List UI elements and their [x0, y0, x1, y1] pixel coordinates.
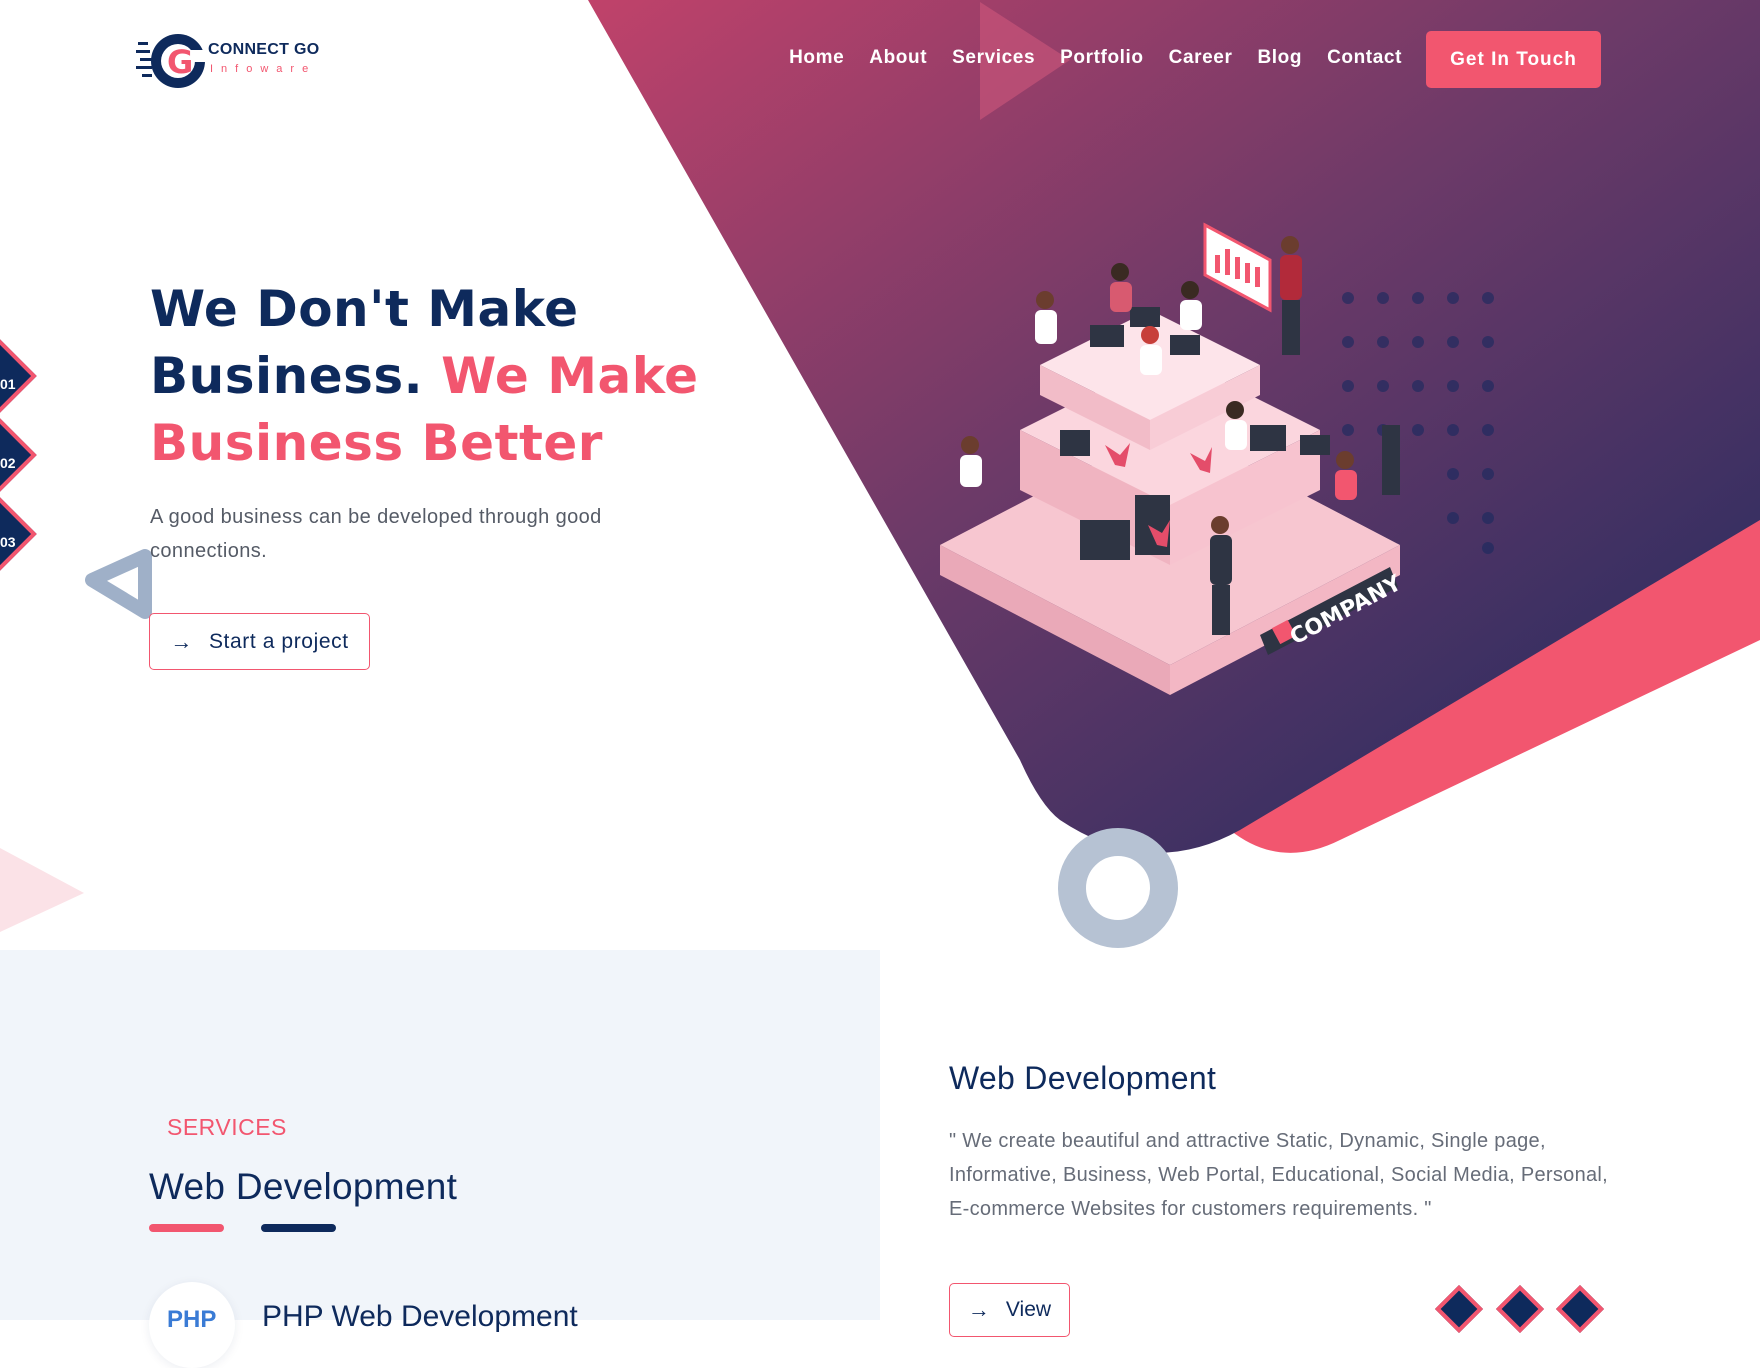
connect-go-logo-icon: G	[136, 34, 208, 88]
hero-title-line2b: We Make	[441, 347, 699, 405]
nav-career[interactable]: Career	[1169, 47, 1233, 69]
nav-home[interactable]: Home	[789, 47, 844, 69]
accent-bar-navy	[261, 1224, 336, 1232]
services-panel	[0, 950, 880, 1320]
brand-tagline: Infoware	[210, 63, 317, 75]
nav-portfolio[interactable]: Portfolio	[1060, 47, 1144, 69]
hero-title-line1: We Don't Make	[150, 280, 579, 338]
nav-services[interactable]: Services	[952, 47, 1035, 69]
brand-name: CONNECT GO	[208, 41, 320, 58]
svg-text:G: G	[167, 43, 193, 81]
service-item-title[interactable]: PHP Web Development	[262, 1300, 578, 1334]
accent-bar-pink	[149, 1224, 224, 1232]
outline-triangle-shape	[85, 549, 152, 619]
office-illustration: COMPANY	[940, 222, 1407, 695]
arrow-right-icon: →	[170, 628, 193, 654]
slide-indicator-1-label: 01	[0, 376, 16, 392]
brand-logo[interactable]: G CONNECT GO Infoware	[136, 28, 336, 92]
hero-description: A good business can be developed through…	[150, 506, 602, 562]
start-project-label: Start a project	[208, 629, 349, 653]
get-in-touch-button[interactable]: Get In Touch	[1426, 31, 1601, 88]
detail-title: Web Development	[949, 1060, 1217, 1096]
pale-triangle-shape	[0, 848, 84, 932]
nav-about[interactable]: About	[869, 47, 927, 69]
view-button[interactable]: → View	[949, 1283, 1070, 1337]
services-label: SERVICES	[167, 1114, 287, 1140]
start-project-button[interactable]: → Start a project	[149, 613, 370, 670]
arrow-right-icon: →	[967, 1297, 990, 1322]
slide-indicator-2-label: 02	[0, 455, 16, 471]
grey-ring-shape	[1058, 828, 1178, 948]
php-service-icon: PHP	[149, 1282, 235, 1368]
nav-blog[interactable]: Blog	[1257, 47, 1302, 69]
detail-text: " We create beautiful and attractive Sta…	[949, 1130, 1609, 1220]
view-label: View	[1005, 1298, 1052, 1321]
hero-title-line2a: Business.	[150, 347, 424, 405]
hero-title-line3: Business Better	[150, 414, 603, 472]
slide-indicator-3-label: 03	[0, 534, 16, 550]
main-nav: Home About Services Portfolio Career Blo…	[789, 47, 1402, 69]
nav-contact[interactable]: Contact	[1327, 47, 1402, 69]
services-heading: Web Development	[149, 1166, 458, 1207]
php-icon-text: PHP	[167, 1306, 217, 1333]
hero-title: We Don't Make Business. We Make Business…	[150, 276, 710, 477]
